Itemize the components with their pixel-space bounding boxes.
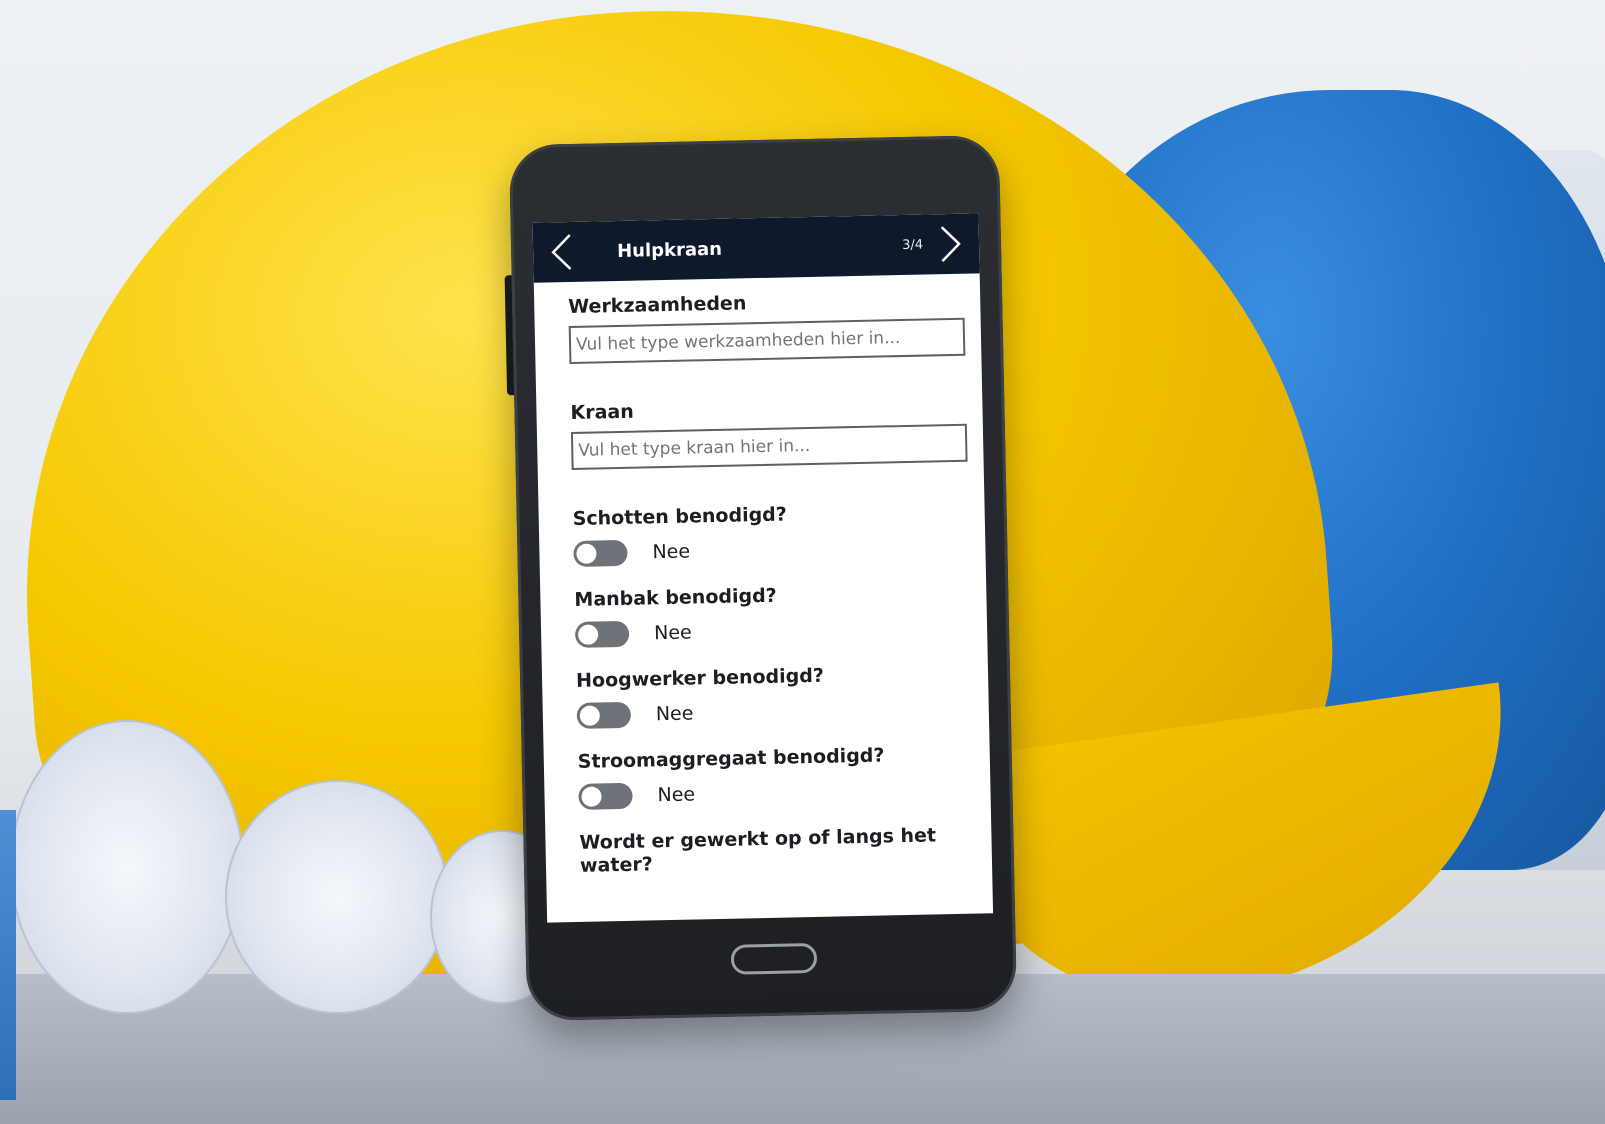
toggle-knob [581,786,602,807]
blueprint-roll [225,780,449,1014]
schotten-value: Nee [652,540,691,564]
hoogwerker-label: Hoogwerker benodigd? [575,664,825,692]
hoogwerker-toggle[interactable] [576,701,632,729]
chevron-right-icon [940,226,961,263]
blue-edge-strip [0,810,16,1100]
blueprint-roll [10,720,244,1014]
schotten-toggle-row: Nee [573,533,969,567]
smartphone: Hulpkraan 3/4 Werkzaamheden Kraan [504,134,1018,1022]
manbak-value: Nee [653,621,692,645]
chevron-left-icon [551,234,572,270]
stroomaggregaat-value: Nee [657,783,696,807]
stroomaggregaat-block: Stroomaggregaat benodigd? Nee [578,743,975,810]
manbak-toggle-row: Nee [574,614,971,648]
page-title: Hulpkraan [616,238,723,262]
water-question-label: Wordt er gewerkt op of langs het water? [579,824,937,877]
schotten-label: Schotten benodigd? [572,503,788,530]
stroomaggregaat-toggle[interactable] [578,782,633,810]
hoogwerker-block: Hoogwerker benodigd? Nee [576,662,973,729]
schotten-toggle[interactable] [573,539,628,567]
phone-home-button[interactable] [730,942,818,975]
manbak-toggle[interactable] [574,620,630,648]
kraan-label: Kraan [570,400,634,424]
stroomaggregaat-toggle-row: Nee [578,776,974,810]
form: Werkzaamheden Kraan Schotten benodigd? N… [534,273,992,878]
werkzaamheden-input[interactable] [568,317,966,365]
kraan-field-block: Kraan [570,394,968,470]
manbak-block: Manbak benodigd? Nee [574,581,971,648]
werkzaamheden-label: Werkzaamheden [568,292,747,319]
hoogwerker-value: Nee [655,702,694,726]
next-button[interactable] [933,222,970,267]
toggle-knob [579,705,601,726]
back-button[interactable] [543,230,580,275]
page-indicator: 3/4 [901,237,924,253]
stroomaggregaat-label: Stroomaggregaat benodigd? [577,744,885,773]
toggle-knob [576,543,597,564]
app-header: Hulpkraan 3/4 [532,213,980,283]
werkzaamheden-field-block: Werkzaamheden [568,288,966,365]
kraan-input[interactable] [570,423,968,470]
phone-side-button [504,275,515,396]
background-photo: Hulpkraan 3/4 Werkzaamheden Kraan [0,0,1605,1124]
schotten-block: Schotten benodigd? Nee [572,500,969,567]
phone-screen: Hulpkraan 3/4 Werkzaamheden Kraan [532,213,994,923]
toggle-knob [577,624,599,645]
hoogwerker-toggle-row: Nee [576,695,973,729]
manbak-label: Manbak benodigd? [574,584,777,611]
